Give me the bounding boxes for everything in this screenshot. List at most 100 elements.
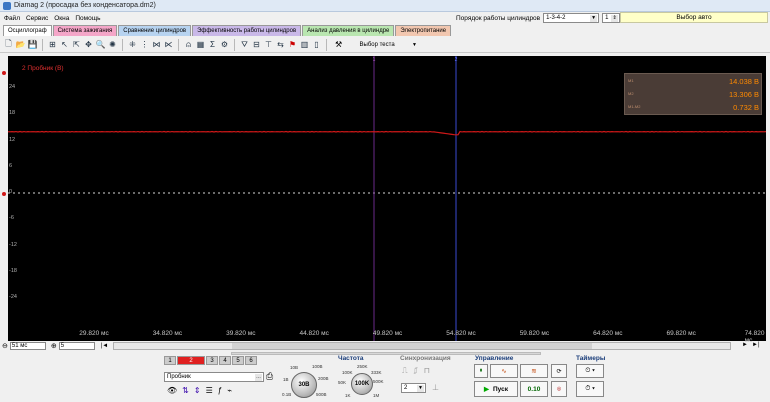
probe-settings-icon[interactable]: ⎙ <box>266 371 273 382</box>
probe-tool-icon[interactable]: ⌁ <box>227 386 232 395</box>
rising-edge-icon[interactable]: ⎍ <box>402 366 408 376</box>
scroll-right-icon[interactable]: ► <box>742 342 748 348</box>
readout-row: M2 13.306 В <box>625 89 763 101</box>
frequency-tick: 333K <box>371 370 382 375</box>
save-icon[interactable]: 💾 <box>27 39 38 50</box>
zoom-icon[interactable]: 🔍 <box>95 39 106 50</box>
cursor-select-icon[interactable]: ⊞ <box>47 39 58 50</box>
zoom-in-icon[interactable]: ⊕ <box>51 342 57 350</box>
pan-icon[interactable]: ✥ <box>83 39 94 50</box>
filter-icon[interactable]: ⛛ <box>239 39 250 50</box>
record-icon[interactable]: ◎ <box>551 381 567 397</box>
scroll-end-icon[interactable]: ►| <box>752 342 760 348</box>
y-tick-label: 24 <box>9 84 16 90</box>
sigma-icon[interactable]: Σ <box>207 39 218 50</box>
eye-icon[interactable]: 👁 <box>167 386 177 395</box>
invert-icon[interactable]: ⇅ <box>182 386 189 395</box>
readout-key: M1-M2 <box>628 104 641 109</box>
new-file-icon[interactable]: 🗋 <box>3 39 14 50</box>
scrollbar-thumb[interactable] <box>232 343 592 349</box>
function-icon[interactable]: ƒ <box>218 386 222 395</box>
grid-icon[interactable]: ▦ <box>195 39 206 50</box>
falling-edge-icon[interactable]: ⎎ <box>414 366 418 376</box>
sun-icon[interactable]: ✺ <box>107 39 118 50</box>
horizontal-scrollbar[interactable] <box>113 342 731 350</box>
frequency-tick: 500K <box>373 379 384 384</box>
expand-icon[interactable]: ⋈ <box>151 39 162 50</box>
tab-cylinder-efficiency[interactable]: Эффективность работы цилиндров <box>192 25 302 36</box>
cursor-measure-icon[interactable]: ⇱ <box>71 39 82 50</box>
channel-button-6[interactable]: 6 <box>245 356 257 365</box>
test-icon: ⚒ <box>335 40 343 49</box>
start-button[interactable]: ▶ Пуск <box>474 381 518 397</box>
probe-icon-row: 👁 ⇅ ⇕ ☰ ƒ ⌁ <box>167 386 232 395</box>
sync-channel-select[interactable]: 2 ▼ <box>401 383 426 393</box>
tab-ignition[interactable]: Система зажигания <box>52 25 118 36</box>
channel-button-2-active[interactable]: 2 <box>177 356 205 365</box>
split-vertical-icon[interactable]: ⊤ <box>263 39 274 50</box>
scroll-start-icon[interactable]: |◄ <box>101 343 109 349</box>
sync-mode-icon[interactable]: ⊓ <box>424 366 430 376</box>
cylinder-order-select[interactable]: 1-3-4-2 ▼ <box>543 13 600 23</box>
frequency-tick: 1M <box>373 393 380 398</box>
settings-icon[interactable]: ⚙ <box>219 39 230 50</box>
open-folder-icon[interactable]: 📂 <box>15 39 26 50</box>
continuous-sweep-button[interactable]: ≋ <box>520 364 548 378</box>
tab-pressure-analysis[interactable]: Анализ давления в цилиндре <box>302 25 395 36</box>
menu-file[interactable]: Файл <box>4 15 20 22</box>
pause-button[interactable]: ⏸ <box>474 364 488 378</box>
menu-windows[interactable]: Окна <box>54 15 69 22</box>
voltage-knob[interactable]: 30В <box>291 372 317 398</box>
split-horizontal-icon[interactable]: ⊟ <box>251 39 262 50</box>
bell-icon[interactable]: ⍝ <box>183 39 194 50</box>
x-axis-labels: 29.820 мс 34.820 мс 39.820 мс 44.820 мс 49.8… <box>8 330 766 344</box>
scale-icon[interactable]: ⇕ <box>194 386 201 395</box>
menu-help[interactable]: Помощь <box>75 15 100 22</box>
cylinder-index-spinner[interactable]: 1 ⇕ <box>602 13 621 23</box>
y-tick-label: 0 <box>9 189 13 195</box>
tab-oscilloscope[interactable]: Осциллограф <box>3 25 52 36</box>
chevron-down-icon: ▼ <box>412 41 417 48</box>
zoom-spinner[interactable]: 5 <box>58 342 95 350</box>
tab-cylinder-compare[interactable]: Сравнение цилиндров <box>118 25 192 36</box>
tab-power-supply[interactable]: Электропитание <box>395 25 452 36</box>
timer-2-button[interactable]: ⏱ ▾ <box>576 381 604 397</box>
channel-button-4[interactable]: 4 <box>219 356 231 365</box>
title-bar: Diamag 2 (просадка без конденсатора.dm2) <box>0 0 770 12</box>
channel-button-1[interactable]: 1 <box>164 356 176 365</box>
single-sweep-button[interactable]: ∿ <box>490 364 518 378</box>
frequency-knob[interactable]: 100K <box>351 373 373 395</box>
more-icon: … <box>255 374 262 381</box>
refresh-icon[interactable]: ⟳ <box>551 364 567 378</box>
compare-icon[interactable]: ⇆ <box>275 39 286 50</box>
app-icon <box>3 1 11 10</box>
voltage-tick: 200В <box>318 376 329 381</box>
voltage-tick: 1В <box>283 377 289 382</box>
red-marker-icon[interactable] <box>2 71 6 75</box>
interval-field[interactable]: 0.10 <box>520 381 548 397</box>
collapse-icon[interactable]: ⋉ <box>163 39 174 50</box>
fit-vertical-icon[interactable]: ⋮ <box>139 39 150 50</box>
x-tick-label: 59.820 мс <box>519 330 550 337</box>
page-icon[interactable]: ▯ <box>311 39 322 50</box>
menu-service[interactable]: Сервис <box>26 15 48 22</box>
list-icon[interactable]: ☰ <box>206 386 213 395</box>
timer-1-button[interactable]: ⏲ ▾ <box>576 364 604 378</box>
flag-icon[interactable]: ⚑ <box>287 39 298 50</box>
fit-horizontal-icon[interactable]: ⁜ <box>127 39 138 50</box>
sync-level-icon[interactable]: ⊥ <box>432 383 439 392</box>
readout-key: M1 <box>628 78 634 83</box>
probe-select[interactable]: Пробник … <box>164 372 264 382</box>
pointer-icon[interactable]: ↖ <box>59 39 70 50</box>
auto-select-field[interactable]: Выбор авто <box>620 12 768 23</box>
red-marker-icon[interactable] <box>2 192 6 196</box>
toolbar: 🗋 📂 💾 ⊞ ↖ ⇱ ✥ 🔍 ✺ ⁜ ⋮ ⋈ ⋉ ⍝ ▦ Σ ⚙ ⛛ ⊟ ⊤ … <box>0 37 770 53</box>
channel-button-5[interactable]: 5 <box>232 356 244 365</box>
frequency-tick: 250K <box>357 364 368 369</box>
columns-icon[interactable]: ▥ <box>299 39 310 50</box>
zoom-out-icon[interactable]: ⊖ <box>2 342 8 350</box>
y-tick-label: -6 <box>9 215 14 222</box>
test-select-dropdown[interactable]: ⚒ Выбор теста ▼ <box>335 40 417 49</box>
timebase-spinner[interactable]: 51 мс <box>9 342 46 350</box>
channel-button-3[interactable]: 3 <box>206 356 218 365</box>
